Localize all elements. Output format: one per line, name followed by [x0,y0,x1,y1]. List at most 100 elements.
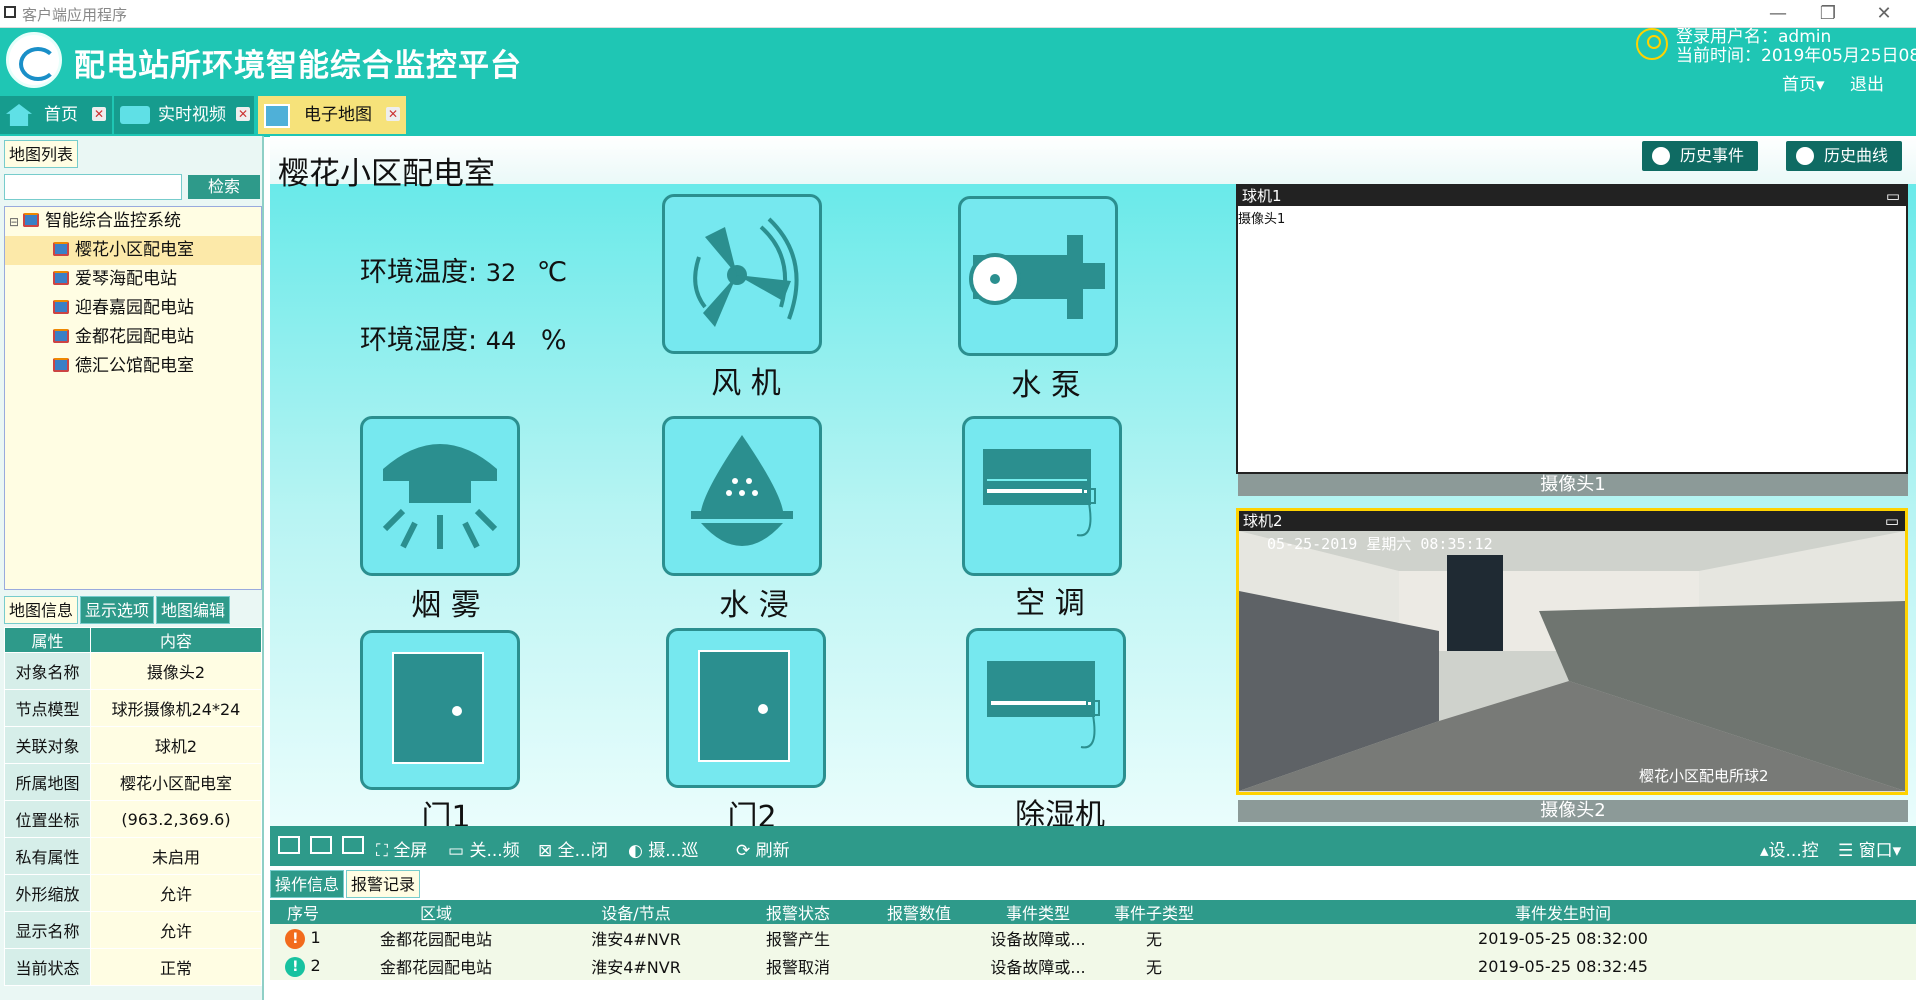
close-icon[interactable]: ✕ [1862,0,1906,28]
tab-live-video-label: 实时视频 [158,105,226,125]
smoke-detector-icon [382,444,498,549]
refresh-button[interactable]: ⟳ 刷新 [736,836,790,861]
prop-value[interactable]: 允许 [90,874,262,912]
tree-item[interactable]: 爱琴海配电站 [5,265,261,294]
col-header: 报警状态 [736,900,860,924]
logout-link[interactable]: 退出 [1850,70,1884,95]
tab-map-info[interactable]: 地图信息 [4,596,79,624]
prop-value[interactable]: 未启用 [90,837,262,875]
tree-item[interactable]: 金都花园配电站 [5,323,261,352]
tab-home[interactable]: 首页 ✕ [0,96,112,134]
fan-device[interactable] [662,194,822,354]
tab-home-label: 首页 [44,105,78,125]
table-row[interactable]: ! 1 金都花园配电站 淮安4#NVR 报警产生 设备故障或... 无 2019… [270,924,1916,952]
history-curve-button[interactable]: 历史曲线 [1786,141,1902,171]
close-video-button[interactable]: ▭ 关...频 [448,836,520,861]
login-user: 登录用户名：admin [1676,27,1832,47]
company-logo [6,32,62,88]
camera2-panel[interactable]: 球机2 ▭ 05-25-2019 星期六 08:35:12 樱花小区配电所球2 [1236,508,1908,795]
layout-4-icon[interactable] [342,836,364,854]
cell-no: 2 [310,955,321,975]
prop-value[interactable]: (963.2,369.6) [90,800,262,838]
tab-map-list[interactable]: 地图列表 [4,140,79,168]
cell-type: 设备故障或... [978,952,1098,980]
home-menu[interactable]: 首页▾ [1782,70,1825,95]
search-button[interactable]: 检索 [188,175,260,199]
prop-row: 外形缩放 允许 [4,874,262,912]
layout-1-icon[interactable] [278,836,300,854]
close-all-label: 全...闭 [557,841,608,861]
col-header: 事件类型 [978,900,1098,924]
minimize-icon[interactable]: — [1756,0,1800,28]
camera-menu-icon[interactable]: ▭ [1886,186,1900,206]
tree-item[interactable]: 德汇公馆配电室 [5,352,261,381]
tab-close-icon[interactable]: ✕ [386,107,400,121]
tree-node-icon [53,300,69,314]
cell-status: 报警取消 [736,952,860,980]
dehumidifier-icon [987,661,1100,749]
prop-value[interactable]: 正常 [90,948,262,986]
prop-header: 内容 [90,627,262,653]
tab-alarm-records[interactable]: 报警记录 [346,870,421,898]
door1-device[interactable] [360,630,520,790]
tree-item[interactable]: 樱花小区配电室 [5,236,261,265]
temp-label: 环境温度: [360,257,478,288]
prop-key: 外形缩放 [4,874,91,912]
tab-display-options[interactable]: 显示选项 [80,596,155,624]
prop-value[interactable]: 球形摄像机24*24 [90,689,262,727]
tree-item[interactable]: 迎春嘉园配电站 [5,294,261,323]
tab-live-video[interactable]: 实时视频 ✕ [114,96,254,134]
prop-row: 当前状态 正常 [4,948,262,986]
tree-root[interactable]: ⊟ 智能综合监控系统 [5,207,261,236]
layout-2-icon[interactable] [310,836,332,854]
search-input[interactable] [4,174,182,200]
window-menu-button[interactable]: ☰ 窗口▾ [1838,836,1901,861]
fullscreen-button[interactable]: ⛶ 全屏 [376,836,427,861]
prop-value[interactable]: 允许 [90,911,262,949]
table-row[interactable]: ! 2 金都花园配电站 淮安4#NVR 报警取消 设备故障或... 无 2019… [270,952,1916,980]
temp-value: 32 [485,259,517,287]
cell-status: 报警产生 [736,924,860,952]
settings-control-button[interactable]: ▴设...控 [1760,836,1819,861]
hum-label: 环境湿度: [360,325,478,356]
tab-emap-label: 电子地图 [304,105,372,125]
tab-operation-info[interactable]: 操作信息 [270,870,345,898]
prop-key: 节点模型 [4,689,91,727]
env-temperature: 环境温度: 32 ℃ [360,250,567,289]
camera-menu-icon[interactable]: ▭ [1885,511,1899,531]
water-device[interactable] [662,416,822,576]
smoke-device[interactable] [360,416,520,576]
prop-value[interactable]: 樱花小区配电室 [90,763,262,801]
cell-subtype: 无 [1098,924,1210,952]
tab-close-icon[interactable]: ✕ [92,107,106,121]
tab-close-icon[interactable]: ✕ [236,107,250,121]
prop-value[interactable]: 摄像头2 [90,652,262,690]
close-all-button[interactable]: ⊠ 全...闭 [538,836,608,861]
tab-emap[interactable]: 电子地图 ✕ [258,96,406,134]
water-label: 水 浸 [719,588,789,623]
prop-key: 显示名称 [4,911,91,949]
tab-map-edit[interactable]: 地图编辑 [156,596,231,624]
maximize-icon[interactable]: ❐ [1806,0,1850,28]
camera1-panel[interactable]: 球机1 ▭ 摄像头1 [1236,184,1908,474]
col-header: 设备/节点 [536,900,736,924]
door2-device[interactable] [666,628,826,788]
menu-icon: ☰ [1838,841,1859,861]
dehumidifier-device[interactable] [966,628,1126,788]
pump-device[interactable] [958,196,1118,356]
temp-unit: ℃ [536,257,568,288]
ac-device[interactable] [962,416,1122,576]
fan-icon [693,217,799,327]
prop-key: 位置坐标 [4,800,91,838]
prop-header: 属性 [4,627,91,653]
camera-patrol-button[interactable]: ◐ 摄...巡 [628,836,698,861]
prop-value[interactable]: 球机2 [90,726,262,764]
camera2-caption: 摄像头2 [1238,800,1908,822]
cell-subtype: 无 [1098,952,1210,980]
refresh-icon: ⟳ [736,841,756,861]
history-events-button[interactable]: 历史事件 [1642,141,1758,171]
monitor-icon: ▭ [448,841,470,861]
curve-icon [1796,147,1814,165]
air-conditioner-icon [983,449,1096,537]
prop-row: 所属地图 樱花小区配电室 [4,763,262,801]
